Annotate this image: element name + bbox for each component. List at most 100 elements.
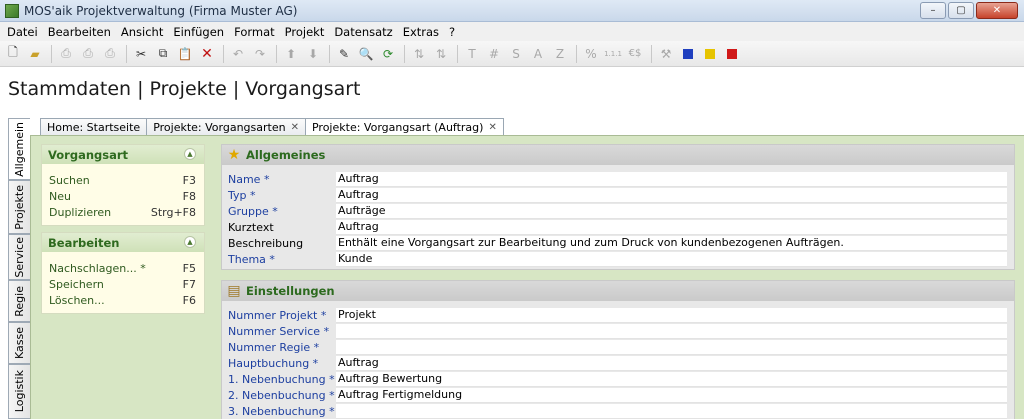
close-tab-icon[interactable]: ✕ — [488, 120, 496, 135]
sum-format-icon[interactable]: S — [506, 44, 526, 64]
pencil-edit-icon[interactable]: ✎ — [334, 44, 354, 64]
toolbar-separator — [51, 44, 52, 63]
sort-ascending-icon[interactable]: ⇅ — [409, 44, 429, 64]
field-nummer-service: Nummer Service * — [222, 323, 1014, 339]
puzzle-yellow-icon[interactable] — [700, 44, 720, 64]
menu-datensatz[interactable]: Datensatz — [329, 25, 397, 39]
field-typ: Typ * Auftrag — [222, 187, 1014, 203]
open-folder-icon[interactable]: ▰ — [25, 44, 45, 64]
action-suchen[interactable]: Suchen F3 — [42, 172, 204, 188]
section-header: ▤ Einstellungen — [222, 281, 1014, 301]
field-thema: Thema * Kunde — [222, 251, 1014, 267]
field-nummer-projekt: Nummer Projekt * Projekt — [222, 307, 1014, 323]
section-allgemeines: ★ Allgemeines Name * Auftrag Typ * Auftrag… — [221, 144, 1015, 270]
collapse-icon[interactable]: ▲ — [184, 148, 196, 160]
minimize-button[interactable]: – — [920, 2, 946, 19]
maximize-button[interactable]: ▢ — [948, 2, 974, 19]
window-controls: – ▢ ✕ — [920, 2, 1018, 19]
field-name: Name * Auftrag — [222, 171, 1014, 187]
star-icon: ★ — [227, 147, 241, 163]
number-format-icon[interactable]: # — [484, 44, 504, 64]
puzzle-red-icon[interactable] — [722, 44, 742, 64]
redo-icon[interactable]: ↷ — [250, 44, 270, 64]
name-field[interactable]: Auftrag — [336, 171, 1007, 187]
action-loeschen[interactable]: Löschen... F6 — [42, 292, 204, 308]
panel-bearbeiten: Bearbeiten ▲ Nachschlagen... * F5 Speiche… — [41, 232, 205, 314]
side-tab-logistik[interactable]: Logistik — [8, 364, 30, 419]
percent-icon[interactable]: % — [581, 44, 601, 64]
search-zoom-icon[interactable]: 🔍 — [356, 44, 376, 64]
side-tab-kasse[interactable]: Kasse — [8, 322, 30, 364]
thema-field[interactable]: Kunde — [336, 251, 1007, 267]
toolbar-separator — [651, 44, 652, 63]
kurztext-field[interactable]: Auftrag — [336, 219, 1007, 235]
print-preview-icon[interactable]: ⎙ — [78, 44, 98, 64]
panel-vorgangsart: Vorgangsart ▲ Suchen F3 Neu F8 Duplizieren… — [41, 144, 205, 226]
menu-ansicht[interactable]: Ansicht — [116, 25, 168, 39]
print-setup-icon[interactable]: ⎙ — [100, 44, 120, 64]
delete-icon[interactable]: ✕ — [197, 44, 217, 64]
nebenbuchung-2-field[interactable]: Auftrag Fertigmeldung — [336, 387, 1007, 403]
field-beschreibung: Beschreibung Enthält eine Vorgangsart zur… — [222, 235, 1014, 251]
toolbar-separator — [457, 44, 458, 63]
text-format-icon[interactable]: T — [462, 44, 482, 64]
panel-header: Vorgangsart ▲ — [42, 145, 204, 164]
z-format-icon[interactable]: Z — [550, 44, 570, 64]
action-neu[interactable]: Neu F8 — [42, 188, 204, 204]
nebenbuchung-1-field[interactable]: Auftrag Bewertung — [336, 371, 1007, 387]
copy-icon[interactable]: ⧉ — [153, 44, 173, 64]
side-tab-service[interactable]: Service — [8, 234, 30, 280]
move-up-icon[interactable]: ⬆ — [281, 44, 301, 64]
currency-icon[interactable]: €$ — [625, 44, 645, 64]
nummer-service-field[interactable] — [336, 323, 1007, 339]
print-icon[interactable]: ⎙ — [56, 44, 76, 64]
close-button[interactable]: ✕ — [976, 2, 1018, 19]
field-nebenbuchung-2: 2. Nebenbuchung * Auftrag Fertigmeldung — [222, 387, 1014, 403]
nummer-regie-field[interactable] — [336, 339, 1007, 355]
menu-extras[interactable]: Extras — [398, 25, 444, 39]
move-down-icon[interactable]: ⬇ — [303, 44, 323, 64]
menu-help[interactable]: ? — [444, 25, 460, 39]
beschreibung-field[interactable]: Enthält eine Vorgangsart zur Bearbeitung… — [336, 235, 1007, 251]
puzzle-blue-icon[interactable] — [678, 44, 698, 64]
paste-icon[interactable]: 📋 — [175, 44, 195, 64]
tab-home-startseite[interactable]: Home: Startseite — [40, 118, 148, 135]
a-format-icon[interactable]: A — [528, 44, 548, 64]
hauptbuchung-field[interactable]: Auftrag — [336, 355, 1007, 371]
action-nachschlagen[interactable]: Nachschlagen... * F5 — [42, 260, 204, 276]
field-nebenbuchung-1: 1. Nebenbuchung * Auftrag Bewertung — [222, 371, 1014, 387]
menu-bearbeiten[interactable]: Bearbeiten — [43, 25, 116, 39]
refresh-icon[interactable]: ⟳ — [378, 44, 398, 64]
tab-vorgangsarten[interactable]: Projekte: Vorgangsarten ✕ — [146, 118, 306, 135]
new-document-icon[interactable]: 🗋 — [3, 44, 23, 64]
tools-icon[interactable]: ⚒ — [656, 44, 676, 64]
sort-descending-icon[interactable]: ⇅ — [431, 44, 451, 64]
side-tab-regie[interactable]: Regie — [8, 280, 30, 322]
typ-field[interactable]: Auftrag — [336, 187, 1007, 203]
tab-vorgangsart-auftrag[interactable]: Projekte: Vorgangsart (Auftrag) ✕ — [304, 118, 504, 136]
toolbar-separator — [223, 44, 224, 63]
page-title: Stammdaten | Projekte | Vorgangsart — [8, 78, 361, 100]
numbering-icon[interactable]: 1.1.1 — [603, 44, 623, 64]
nebenbuchung-3-field[interactable] — [336, 403, 1007, 419]
action-duplizieren[interactable]: Duplizieren Strg+F8 — [42, 204, 204, 220]
menu-datei[interactable]: Datei — [2, 25, 43, 39]
field-gruppe: Gruppe * Aufträge — [222, 203, 1014, 219]
menu-projekt[interactable]: Projekt — [280, 25, 330, 39]
nummer-projekt-field[interactable]: Projekt — [336, 307, 1007, 323]
action-speichern[interactable]: Speichern F7 — [42, 276, 204, 292]
gruppe-field[interactable]: Aufträge — [336, 203, 1007, 219]
window-title: MOS'aik Projektverwaltung (Firma Muster … — [24, 3, 298, 18]
menu-einfuegen[interactable]: Einfügen — [168, 25, 229, 39]
field-kurztext: Kurztext Auftrag — [222, 219, 1014, 235]
side-tab-allgemein[interactable]: Allgemein — [8, 118, 30, 180]
close-tab-icon[interactable]: ✕ — [291, 120, 299, 135]
side-tab-projekte[interactable]: Projekte — [8, 180, 30, 234]
menu-bar: Datei Bearbeiten Ansicht Einfügen Format… — [0, 22, 1024, 41]
settings-form-icon: ▤ — [227, 283, 241, 299]
cut-icon[interactable]: ✂ — [131, 44, 151, 64]
toolbar-separator — [126, 44, 127, 63]
undo-icon[interactable]: ↶ — [228, 44, 248, 64]
menu-format[interactable]: Format — [229, 25, 280, 39]
collapse-icon[interactable]: ▲ — [184, 236, 196, 248]
